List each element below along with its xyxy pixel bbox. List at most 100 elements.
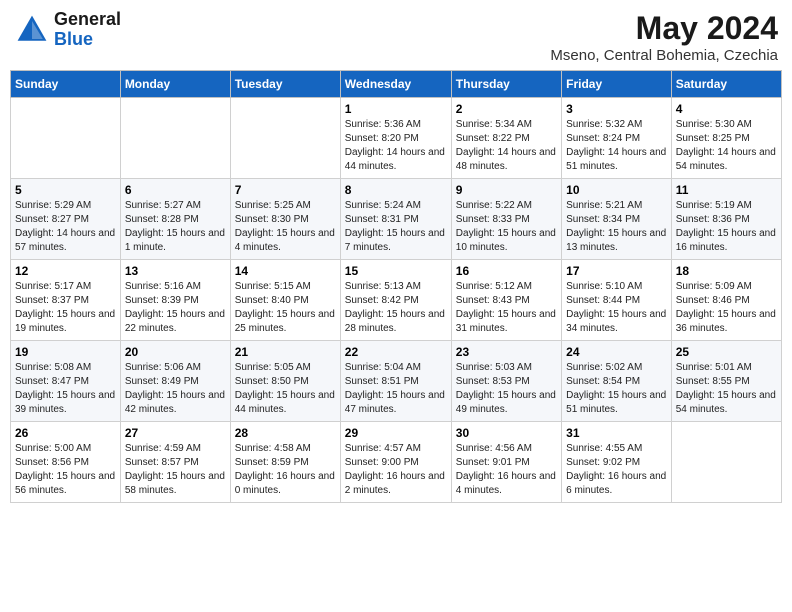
day-cell: 23Sunrise: 5:03 AMSunset: 8:53 PMDayligh… [451,341,561,422]
day-number: 26 [15,426,116,440]
day-number: 9 [456,183,557,197]
day-cell: 6 Sunrise: 5:27 AMSunset: 8:28 PMDaylight… [120,179,230,260]
day-number: 19 [15,345,116,359]
day-number: 29 [345,426,447,440]
day-info: Sunrise: 5:10 AMSunset: 8:44 PMDaylight:… [566,280,667,336]
day-cell: 24 Sunrise: 5:02 AMSunset: 8:54 PMDayligh… [562,341,672,422]
day-number: 24 [566,345,667,359]
month-title: May 2024 [550,10,778,47]
day-cell: 1 Sunrise: 5:36 AMSunset: 8:20 PMDaylight… [340,98,451,179]
day-info: Sunrise: 4:59 AMSunset: 8:57 PMDaylight:… [125,442,226,498]
day-info: Sunrise: 5:04 AMSunset: 8:51 PMDaylight:… [345,361,447,417]
day-info: Sunrise: 5:27 AMSunset: 8:28 PMDaylight:… [125,199,226,255]
day-number: 14 [235,264,336,278]
day-info: Sunrise: 5:09 AMSunset: 8:46 PMDaylight:… [676,280,777,336]
day-cell [11,98,121,179]
day-cell: 11Sunrise: 5:19 AMSunset: 8:36 PMDayligh… [671,179,781,260]
day-info: Sunrise: 5:12 AMSunset: 8:43 PMDaylight:… [456,280,557,336]
day-info: Sunrise: 4:56 AMSunset: 9:01 PMDaylight:… [456,442,557,498]
day-number: 16 [456,264,557,278]
logo-icon [14,12,50,48]
logo: General Blue [14,10,121,50]
day-number: 18 [676,264,777,278]
day-info: Sunrise: 5:30 AMSunset: 8:25 PMDaylight:… [676,118,777,174]
day-number: 31 [566,426,667,440]
weekday-header-wednesday: Wednesday [340,71,451,98]
day-info: Sunrise: 5:22 AMSunset: 8:33 PMDaylight:… [456,199,557,255]
day-number: 8 [345,183,447,197]
week-row-4: 19 Sunrise: 5:08 AMSunset: 8:47 PMDayligh… [11,341,782,422]
day-number: 20 [125,345,226,359]
day-cell [671,422,781,503]
day-info: Sunrise: 5:19 AMSunset: 8:36 PMDaylight:… [676,199,777,255]
week-row-1: 1 Sunrise: 5:36 AMSunset: 8:20 PMDaylight… [11,98,782,179]
day-info: Sunrise: 5:15 AMSunset: 8:40 PMDaylight:… [235,280,336,336]
day-cell [120,98,230,179]
day-cell: 15Sunrise: 5:13 AMSunset: 8:42 PMDayligh… [340,260,451,341]
weekday-header-sunday: Sunday [11,71,121,98]
day-info: Sunrise: 5:21 AMSunset: 8:34 PMDaylight:… [566,199,667,255]
day-cell [230,98,340,179]
week-row-3: 12 Sunrise: 5:17 AMSunset: 8:37 PMDayligh… [11,260,782,341]
page-header: General Blue May 2024 Mseno, Central Boh… [10,10,782,64]
day-info: Sunrise: 5:34 AMSunset: 8:22 PMDaylight:… [456,118,557,174]
day-number: 10 [566,183,667,197]
day-info: Sunrise: 5:05 AMSunset: 8:50 PMDaylight:… [235,361,336,417]
day-info: Sunrise: 5:13 AMSunset: 8:42 PMDaylight:… [345,280,447,336]
calendar: SundayMondayTuesdayWednesdayThursdayFrid… [10,70,782,503]
day-info: Sunrise: 5:02 AMSunset: 8:54 PMDaylight:… [566,361,667,417]
day-cell: 18 Sunrise: 5:09 AMSunset: 8:46 PMDayligh… [671,260,781,341]
day-info: Sunrise: 4:57 AMSunset: 9:00 PMDaylight:… [345,442,447,498]
day-number: 6 [125,183,226,197]
week-row-2: 5Sunrise: 5:29 AMSunset: 8:27 PMDaylight… [11,179,782,260]
day-cell: 14 Sunrise: 5:15 AMSunset: 8:40 PMDayligh… [230,260,340,341]
day-cell: 19 Sunrise: 5:08 AMSunset: 8:47 PMDayligh… [11,341,121,422]
day-info: Sunrise: 4:58 AMSunset: 8:59 PMDaylight:… [235,442,336,498]
day-number: 13 [125,264,226,278]
day-cell: 12 Sunrise: 5:17 AMSunset: 8:37 PMDayligh… [11,260,121,341]
location: Mseno, Central Bohemia, Czechia [550,47,778,64]
day-cell: 30Sunrise: 4:56 AMSunset: 9:01 PMDayligh… [451,422,561,503]
day-number: 28 [235,426,336,440]
day-number: 1 [345,102,447,116]
day-number: 4 [676,102,777,116]
day-cell: 5Sunrise: 5:29 AMSunset: 8:27 PMDaylight… [11,179,121,260]
day-cell: 13 Sunrise: 5:16 AMSunset: 8:39 PMDayligh… [120,260,230,341]
day-cell: 3 Sunrise: 5:32 AMSunset: 8:24 PMDaylight… [562,98,672,179]
day-number: 12 [15,264,116,278]
day-cell: 20Sunrise: 5:06 AMSunset: 8:49 PMDayligh… [120,341,230,422]
day-number: 17 [566,264,667,278]
day-number: 22 [345,345,447,359]
day-cell: 10 Sunrise: 5:21 AMSunset: 8:34 PMDayligh… [562,179,672,260]
day-cell: 28 Sunrise: 4:58 AMSunset: 8:59 PMDayligh… [230,422,340,503]
week-row-5: 26 Sunrise: 5:00 AMSunset: 8:56 PMDayligh… [11,422,782,503]
day-cell: 4 Sunrise: 5:30 AMSunset: 8:25 PMDaylight… [671,98,781,179]
day-number: 25 [676,345,777,359]
day-cell: 7Sunrise: 5:25 AMSunset: 8:30 PMDaylight… [230,179,340,260]
weekday-header-row: SundayMondayTuesdayWednesdayThursdayFrid… [11,71,782,98]
day-number: 21 [235,345,336,359]
day-info: Sunrise: 5:00 AMSunset: 8:56 PMDaylight:… [15,442,116,498]
weekday-header-tuesday: Tuesday [230,71,340,98]
day-info: Sunrise: 5:08 AMSunset: 8:47 PMDaylight:… [15,361,116,417]
day-cell: 22 Sunrise: 5:04 AMSunset: 8:51 PMDayligh… [340,341,451,422]
day-number: 23 [456,345,557,359]
day-info: Sunrise: 4:55 AMSunset: 9:02 PMDaylight:… [566,442,667,498]
day-info: Sunrise: 5:32 AMSunset: 8:24 PMDaylight:… [566,118,667,174]
day-cell: 2 Sunrise: 5:34 AMSunset: 8:22 PMDaylight… [451,98,561,179]
day-info: Sunrise: 5:29 AMSunset: 8:27 PMDaylight:… [15,199,116,255]
weekday-header-saturday: Saturday [671,71,781,98]
day-info: Sunrise: 5:36 AMSunset: 8:20 PMDaylight:… [345,118,447,174]
day-info: Sunrise: 5:25 AMSunset: 8:30 PMDaylight:… [235,199,336,255]
day-info: Sunrise: 5:17 AMSunset: 8:37 PMDaylight:… [15,280,116,336]
day-cell: 26 Sunrise: 5:00 AMSunset: 8:56 PMDayligh… [11,422,121,503]
weekday-header-thursday: Thursday [451,71,561,98]
day-cell: 29 Sunrise: 4:57 AMSunset: 9:00 PMDayligh… [340,422,451,503]
logo-text: General Blue [54,10,121,50]
day-cell: 9 Sunrise: 5:22 AMSunset: 8:33 PMDaylight… [451,179,561,260]
day-info: Sunrise: 5:16 AMSunset: 8:39 PMDaylight:… [125,280,226,336]
day-cell: 8Sunrise: 5:24 AMSunset: 8:31 PMDaylight… [340,179,451,260]
day-number: 3 [566,102,667,116]
day-cell: 16 Sunrise: 5:12 AMSunset: 8:43 PMDayligh… [451,260,561,341]
day-number: 2 [456,102,557,116]
